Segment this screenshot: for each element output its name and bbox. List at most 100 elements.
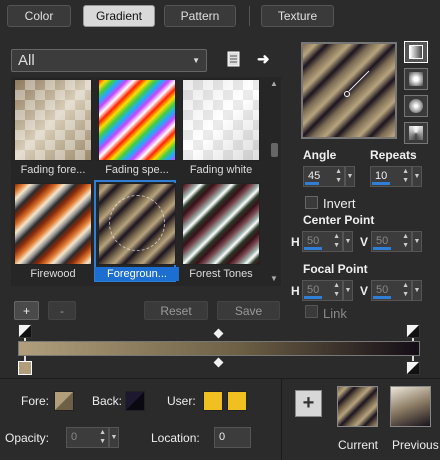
center-h-value: 50 [307,235,320,247]
focal-h-label: H [291,284,300,298]
spin-arrows-icon[interactable]: ▲ ▼ [99,428,106,446]
previous-label: Previous [392,438,439,452]
scroll-down-icon[interactable]: ▼ [270,274,278,283]
center-v-level-bar [373,247,391,250]
scrollbar-thumb[interactable] [271,143,278,157]
focal-h-value: 50 [307,284,320,296]
gradient-item[interactable]: Forest Tones [179,181,260,281]
angle-input[interactable]: 45 ▲ ▼ [303,166,345,187]
fore-label: Fore: [21,394,50,408]
rectangular-style-button[interactable] [404,68,428,90]
location-input[interactable]: 0 [214,427,251,448]
center-v-value: 50 [376,235,389,247]
focal-v-input[interactable]: 50 ▲ ▼ [371,280,412,301]
fore-swatch[interactable] [54,391,74,411]
back-swatch[interactable] [125,391,145,411]
arrow-right-icon[interactable]: ➜ [257,50,273,68]
user-swatch-1[interactable] [203,391,223,411]
opacity-midpoint[interactable] [213,328,224,339]
gradient-thumbnail [98,79,176,161]
gradient-label: Fading white [189,164,253,176]
link-checkbox[interactable] [305,305,318,318]
opacity-stop-right[interactable] [406,324,420,338]
tab-color[interactable]: Color [7,5,71,27]
repeats-value: 10 [375,170,388,182]
gradient-label: Fading fore... [20,164,86,176]
center-v-input[interactable]: 50 ▲ ▼ [371,231,412,252]
remove-stop-button[interactable]: - [48,301,76,320]
link-label: Link [323,306,347,321]
gradient-item[interactable]: Fading white [179,77,260,177]
gradient-preview[interactable] [301,42,397,139]
gradient-label: Forest Tones [189,268,253,280]
repeats-label: Repeats [370,148,417,162]
previous-preview[interactable] [390,386,431,427]
angle-handle-icon[interactable] [303,44,395,137]
rectangular-icon [409,72,423,86]
spin-arrows-icon[interactable]: ▲ ▼ [335,167,342,185]
focal-h-level-bar [304,296,322,299]
repeats-input[interactable]: 10 ▲ ▼ [370,166,412,187]
divider [0,378,440,379]
spin-arrows-icon[interactable]: ▲ ▼ [402,281,409,299]
gradient-label: Foregroun... [95,267,179,281]
tab-texture[interactable]: Texture [261,5,334,27]
gradient-thumbnail [14,183,92,265]
center-h-label: H [291,235,300,249]
sunburst-style-button[interactable] [404,122,428,144]
invert-label: Invert [323,196,356,211]
angle-level-bar [305,182,319,185]
focal-v-level-bar [373,296,391,299]
color-midpoint[interactable] [213,357,224,368]
add-stop-button[interactable]: + [14,301,39,320]
add-swatch-button[interactable]: + [295,390,322,417]
gradient-item-selected[interactable]: Foregroun... [94,180,179,282]
focal-h-input[interactable]: 50 ▲ ▼ [302,280,343,301]
opacity-stop-left[interactable] [18,324,32,338]
back-label: Back: [92,394,123,408]
gradient-library-icon[interactable] [226,51,241,68]
gradient-item[interactable]: Firewood [11,181,92,281]
opacity-value: 0 [71,431,78,443]
chevron-down-icon[interactable]: ▼ [412,231,422,252]
spin-arrows-icon[interactable]: ▲ ▼ [333,232,340,250]
category-dropdown[interactable]: All ▼ [11,49,207,72]
chevron-down-icon[interactable]: ▼ [345,166,355,187]
gradient-thumbnail [14,79,92,161]
invert-checkbox[interactable] [305,196,318,209]
radial-icon [409,99,423,113]
color-stop-right[interactable] [406,361,420,375]
current-label: Current [338,438,379,452]
scroll-up-icon[interactable]: ▲ [270,79,278,88]
chevron-down-icon[interactable]: ▼ [412,280,422,301]
location-label: Location: [151,431,200,445]
color-stop-left[interactable] [18,361,32,375]
user-swatch-2[interactable] [227,391,247,411]
divider [281,379,282,460]
radial-style-button[interactable] [404,95,428,117]
tab-gradient[interactable]: Gradient [83,5,155,27]
center-point-label: Center Point [303,213,375,227]
spin-arrows-icon[interactable]: ▲ ▼ [333,281,340,299]
gradient-bar[interactable] [18,341,420,356]
opacity-label: Opacity: [5,431,50,445]
chevron-down-icon[interactable]: ▼ [343,280,353,301]
opacity-input[interactable]: 0 ▲ ▼ [66,427,109,448]
spin-arrows-icon[interactable]: ▲ ▼ [402,167,409,185]
chevron-down-icon[interactable]: ▼ [412,166,422,187]
spin-arrows-icon[interactable]: ▲ ▼ [402,232,409,250]
save-button[interactable]: Save [217,301,280,320]
tab-pattern[interactable]: Pattern [164,5,236,27]
gradient-item[interactable]: Fading fore... [11,77,92,177]
center-h-level-bar [304,247,322,250]
grid-scrollbar[interactable]: ▲ ▼ [268,77,281,286]
focal-v-value: 50 [376,284,389,296]
linear-style-button[interactable] [404,41,428,63]
reset-button[interactable]: Reset [144,301,208,320]
chevron-down-icon[interactable]: ▼ [109,427,119,448]
current-preview[interactable] [337,386,378,427]
focal-v-label: V [360,284,369,298]
center-h-input[interactable]: 50 ▲ ▼ [302,231,343,252]
chevron-down-icon[interactable]: ▼ [343,231,353,252]
gradient-item[interactable]: Fading spe... [95,77,176,177]
